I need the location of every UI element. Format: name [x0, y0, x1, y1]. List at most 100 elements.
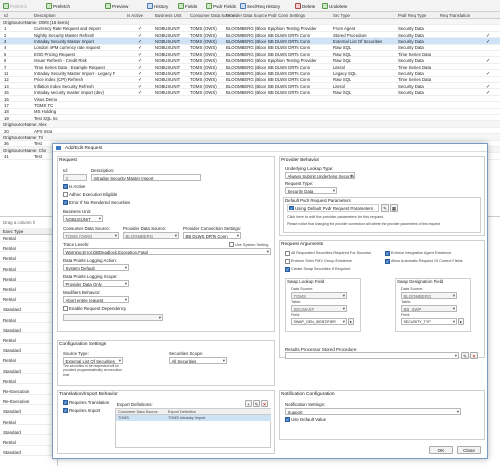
request-arg-checkbox[interactable]: ✓: [285, 267, 290, 272]
business-unit-select[interactable]: NOBUSUNIT: [63, 215, 103, 222]
history-button[interactable]: History: [147, 2, 168, 10]
use-default-value-checkbox[interactable]: ✓: [285, 417, 290, 422]
results-processor-edit-button[interactable]: ✎: [461, 352, 469, 359]
table-cell: NOBUSUNIT: [155, 64, 181, 70]
list-item[interactable]: Retrial: [0, 317, 58, 324]
consumer-data-source-select[interactable]: TOMS (OWS): [63, 232, 119, 239]
securities-scope-select[interactable]: All Securities: [169, 357, 227, 364]
column-header[interactable]: Description: [34, 13, 56, 18]
requires-translation-checkbox[interactable]: ✓: [63, 400, 68, 405]
edit-params-button[interactable]: ✎: [381, 204, 389, 212]
swap-lookup-table-select[interactable]: SECMAST: [291, 305, 347, 312]
results-processor-select[interactable]: [285, 352, 459, 359]
swap-lookup-field-button[interactable]: ▸: [348, 318, 354, 325]
delete-button[interactable]: Delete: [295, 2, 315, 10]
ok-button[interactable]: OK: [429, 446, 453, 454]
dp-logging-scope-label: Data Points Logging Scope:: [63, 274, 118, 279]
list-item[interactable]: Standard: [0, 429, 58, 436]
table-cell: Security Data: [398, 26, 424, 32]
request-type-select[interactable]: Security Data: [285, 187, 337, 194]
column-header[interactable]: Req Translation: [440, 13, 470, 18]
list-item[interactable]: Standard: [0, 408, 58, 415]
list-item[interactable]: Standard: [0, 327, 58, 334]
provider-fields-icon: [206, 3, 212, 9]
add-export-button[interactable]: +: [245, 400, 252, 407]
list-item[interactable]: Retrial: [0, 296, 58, 303]
notification-settings-select[interactable]: Support: [285, 408, 461, 415]
list-item[interactable]: Retrial: [0, 245, 58, 252]
table-cell: Stored Procedure: [333, 32, 367, 38]
list-item[interactable]: Retrial: [0, 266, 58, 273]
delete-export-button[interactable]: ✕: [261, 400, 268, 407]
column-header[interactable]: Business Unit: [155, 13, 181, 18]
source-type-select[interactable]: External List Of Securities: [63, 357, 123, 364]
column-header[interactable]: Pvdr Req Type: [398, 13, 426, 18]
list-item[interactable]: Re-Execution: [0, 398, 58, 405]
trace-levels-select[interactable]: Warning,Error,DBDeadlock,Exception,Fatal: [63, 248, 271, 255]
is-active-checkbox[interactable]: ✓: [63, 184, 68, 189]
underlying-lookup-select[interactable]: Always Submit Underlying Security: [285, 172, 355, 179]
requires-import-checkbox[interactable]: ✓: [63, 408, 68, 413]
column-header[interactable]: Is Active: [127, 13, 143, 18]
fields-button[interactable]: Fields: [178, 2, 197, 10]
request-arg-checkbox[interactable]: [285, 251, 290, 256]
dependency-select[interactable]: [63, 314, 163, 321]
request-arg-checkbox[interactable]: [285, 259, 290, 264]
list-item[interactable]: Retrial: [0, 357, 58, 364]
list-item[interactable]: Retrial: [0, 235, 58, 242]
results-processor-clear-button[interactable]: ✕: [470, 352, 478, 359]
list-item[interactable]: Retrial: [0, 286, 58, 293]
list-item[interactable]: Retrial: [0, 419, 58, 426]
list-item[interactable]: Retrial: [0, 439, 58, 446]
swap-desig-ds-select[interactable]: BLOOMBERG: [401, 292, 457, 299]
swap-lookup-ds-select[interactable]: TOMS: [291, 292, 347, 299]
list-item[interactable]: Standard: [0, 306, 58, 313]
use-default-params-checkbox[interactable]: ✓: [289, 205, 294, 211]
provider-data-source-select[interactable]: BLOOMBERG: [123, 232, 179, 239]
description-field[interactable]: Intraday Security Master Import: [91, 174, 201, 181]
list-item[interactable]: Retrial: [0, 337, 58, 344]
use-system-setting-checkbox[interactable]: [229, 242, 234, 247]
request-arg-checkbox[interactable]: ✓: [385, 259, 390, 264]
list-item[interactable]: Standard: [0, 347, 58, 354]
prefetch-button[interactable]: Prefetch: [3, 2, 27, 10]
column-header[interactable]: Src Type: [333, 13, 350, 18]
swap-desig-table-select[interactable]: BB_SWP: [401, 305, 457, 312]
table-cell: BB DLWS DRTs Conn: [268, 83, 311, 89]
sec-req-history-button[interactable]: Sec/Req History: [240, 2, 280, 10]
prefetch-button[interactable]: Prefetch: [46, 2, 70, 10]
edit-export-button[interactable]: ✎: [253, 400, 260, 407]
error-if-none-checkbox[interactable]: ✓: [63, 200, 68, 205]
request-arg-checkbox[interactable]: ✓: [385, 251, 390, 256]
adhoc-checkbox[interactable]: [63, 192, 68, 197]
column-header[interactable]: Provider Data Source: [226, 13, 267, 18]
request-section-title: Request: [59, 158, 77, 163]
export-table-row[interactable]: TOMS TOMS Intraday Import: [116, 415, 271, 421]
undelete-button[interactable]: Undelete: [322, 2, 347, 10]
list-item[interactable]: Retrial: [0, 255, 58, 262]
enable-dependency-checkbox[interactable]: [63, 306, 68, 311]
pvdr-fields-button[interactable]: Pvdr Fields: [206, 2, 236, 10]
close-button[interactable]: Close: [457, 446, 481, 454]
modifiers-behavior-label: Modifiers Behavior:: [63, 290, 101, 295]
list-item[interactable]: Re-Execution: [0, 388, 58, 395]
column-header[interactable]: Pvdr Conn Settings: [268, 13, 305, 18]
id-label: Id:: [63, 168, 68, 173]
dp-logging-scope-select[interactable]: Provider Data Only: [63, 280, 129, 287]
list-item[interactable]: Retrial: [0, 276, 58, 283]
table-cell: BB DLWS DRTs Conn: [268, 51, 311, 57]
exec-type-header[interactable]: Exec Type: [0, 228, 58, 235]
modifiers-behavior-select[interactable]: Abort entire request: [63, 296, 129, 303]
view-params-button[interactable]: ▦: [390, 204, 398, 212]
column-header[interactable]: Id: [4, 13, 8, 18]
swap-desig-field-select[interactable]: SECURITY_TYP: [401, 318, 457, 325]
dp-logging-action-select[interactable]: System Default: [63, 264, 129, 271]
swap-lookup-field-select[interactable]: SWAP_GEN_IDENTIFIER: [291, 318, 347, 325]
provider-connection-select[interactable]: BB DLWS DRTs Conn: [183, 232, 241, 239]
list-item[interactable]: Retrial: [0, 378, 58, 385]
list-item[interactable]: Standard: [0, 449, 58, 456]
swap-desig-field-button[interactable]: ▸: [458, 318, 464, 325]
export-definitions-label: Export Definitions:: [117, 402, 153, 407]
preview-button[interactable]: Preview: [105, 2, 128, 10]
list-item[interactable]: Standard: [0, 368, 58, 375]
